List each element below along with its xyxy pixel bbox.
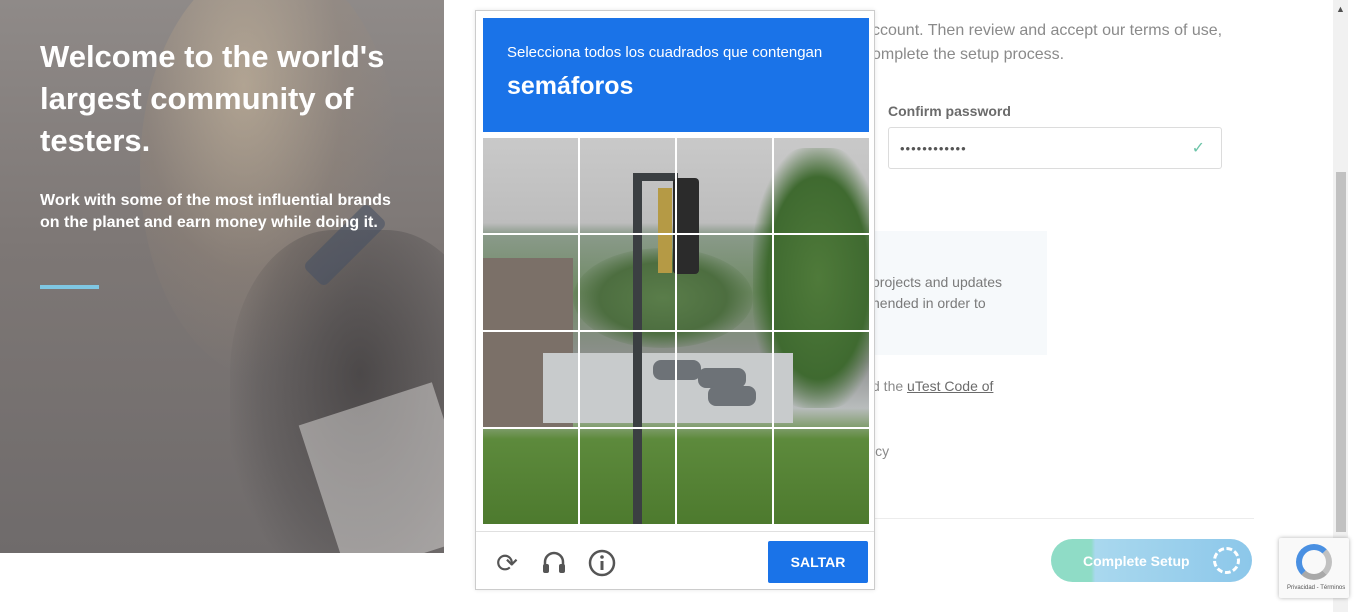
grid-car xyxy=(698,368,746,388)
recaptcha-badge[interactable]: Privacidad - Términos xyxy=(1279,538,1349,598)
info-icon[interactable] xyxy=(587,548,617,578)
skip-button[interactable]: SALTAR xyxy=(768,541,868,583)
grid-car xyxy=(708,386,756,406)
hero-title: Welcome to the world's largest community… xyxy=(40,39,385,158)
form-divider xyxy=(872,518,1254,519)
grid-vline xyxy=(578,138,580,524)
info-text: projects and updates nended in order to xyxy=(872,274,1002,311)
hero-panel: Welcome to the world's largest community… xyxy=(0,0,444,553)
page: Welcome to the world's largest community… xyxy=(0,0,1366,612)
audio-icon[interactable] xyxy=(539,548,569,578)
hero-subtitle: Work with some of the most influential b… xyxy=(40,192,391,231)
grid-traffic-pole xyxy=(633,173,642,524)
recaptcha-badge-text: Privacidad - Términos xyxy=(1287,585,1346,591)
captcha-image-grid[interactable] xyxy=(483,138,869,524)
captcha-footer-divider xyxy=(476,531,874,532)
code-of-conduct-text: d the uTest Code of xyxy=(872,378,993,394)
captcha-target: semáforos xyxy=(507,72,634,100)
reload-icon[interactable]: ⟳ xyxy=(492,548,522,578)
loading-spinner-icon xyxy=(1213,547,1240,574)
confirm-password-label: Confirm password xyxy=(888,103,1011,119)
complete-setup-label: Complete Setup xyxy=(1083,553,1190,569)
recaptcha-logo-icon xyxy=(1296,544,1332,580)
grid-traffic-light xyxy=(673,178,699,274)
confirm-password-input[interactable]: •••••••••••• ✓ xyxy=(888,127,1222,169)
grid-traffic-arm xyxy=(638,173,678,181)
hero-divider xyxy=(40,285,99,289)
grid-car xyxy=(653,360,701,380)
captcha-header: Selecciona todos los cuadrados que conte… xyxy=(483,18,869,132)
scrollbar-thumb[interactable] xyxy=(1336,172,1346,532)
scroll-up-icon[interactable]: ▲ xyxy=(1336,4,1345,14)
captcha-instruction: Selecciona todos los cuadrados que conte… xyxy=(507,44,823,61)
form-intro-text: ccount. Then review and accept our terms… xyxy=(872,22,1223,63)
confirm-password-value: •••••••••••• xyxy=(900,141,967,156)
check-icon: ✓ xyxy=(1191,140,1205,157)
captcha-dialog: Selecciona todos los cuadrados que conte… xyxy=(475,10,875,590)
complete-setup-button[interactable]: Complete Setup xyxy=(1051,539,1252,582)
code-prefix: d the xyxy=(872,378,904,394)
code-of-conduct-link[interactable]: uTest Code of xyxy=(907,378,993,394)
grid-traffic-backplate xyxy=(658,188,672,273)
